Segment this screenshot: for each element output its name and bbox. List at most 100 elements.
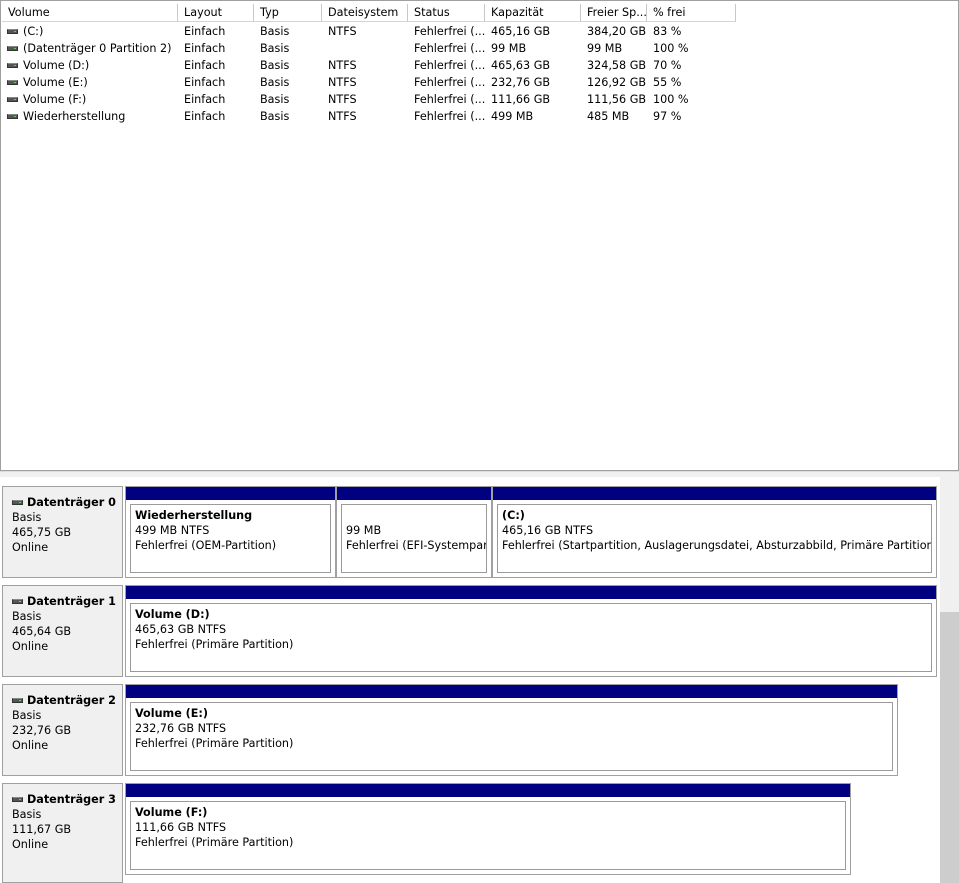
disk-name: Datenträger 2	[27, 694, 116, 707]
partition-status: Fehlerfrei (Startpartition, Auslagerungs…	[502, 539, 932, 552]
partition-status: Fehlerfrei (EFI-Systempartit	[346, 539, 487, 552]
freier-speicher-cell: 485 MB	[587, 110, 630, 123]
disk-label[interactable]: Datenträger 0 Basis 465,75 GB Online	[2, 486, 123, 578]
disk-state: Online	[12, 640, 49, 653]
disk-size: 111,67 GB	[12, 823, 72, 836]
partition-title: Volume (E:)	[135, 707, 209, 720]
disk-drive-icon	[7, 63, 18, 68]
layout-cell: Einfach	[184, 93, 226, 106]
status-cell: Fehlerfrei (...	[414, 25, 485, 38]
partition-title	[346, 508, 486, 523]
partition-title: (C:)	[502, 509, 525, 522]
status-cell: Fehlerfrei (...	[414, 93, 485, 106]
disk-drive-icon	[7, 114, 18, 119]
column-header-status[interactable]: Status	[408, 4, 485, 22]
disk-row: Datenträger 1 Basis 465,64 GB Online Vol…	[0, 585, 940, 677]
partition[interactable]: Volume (D:) 465,63 GB NTFS Fehlerfrei (P…	[125, 585, 937, 677]
kapazitaet-cell: 111,66 GB	[491, 93, 551, 106]
freier-speicher-cell: 384,20 GB	[587, 25, 647, 38]
typ-cell: Basis	[260, 93, 290, 106]
column-header-typ[interactable]: Typ	[254, 4, 322, 22]
freier-speicher-cell: 126,92 GB	[587, 76, 647, 89]
volume-cell: Volume (E:)	[2, 74, 178, 91]
table-row[interactable]: (C:) Einfach Basis NTFS Fehlerfrei (... …	[2, 23, 736, 40]
layout-cell: Einfach	[184, 42, 226, 55]
partition[interactable]: (C:) 465,16 GB NTFS Fehlerfrei (Startpar…	[492, 486, 937, 578]
kapazitaet-cell: 232,76 GB	[491, 76, 551, 89]
column-header-prozent-frei[interactable]: % frei	[647, 4, 736, 22]
scrollbar-thumb[interactable]	[940, 612, 959, 883]
layout-cell: Einfach	[184, 110, 226, 123]
disk-drive-icon	[7, 97, 18, 102]
disk-drive-icon	[7, 80, 18, 85]
typ-cell: Basis	[260, 42, 290, 55]
prozent-frei-cell: 55 %	[653, 76, 682, 89]
partition-size: 99 MB	[346, 524, 382, 537]
dateisystem-cell	[322, 40, 408, 57]
table-row[interactable]: Wiederherstellung Einfach Basis NTFS Feh…	[2, 108, 736, 125]
disk-row: Datenträger 3 Basis 111,67 GB Online Vol…	[0, 783, 940, 883]
partition-status: Fehlerfrei (Primäre Partition)	[135, 836, 294, 849]
disk-type: Basis	[12, 808, 42, 821]
disk-name: Datenträger 1	[27, 595, 116, 608]
status-cell: Fehlerfrei (...	[414, 110, 485, 123]
column-header-dateisystem[interactable]: Dateisystem	[322, 4, 408, 22]
partition[interactable]: Volume (E:) 232,76 GB NTFS Fehlerfrei (P…	[125, 684, 898, 776]
table-row[interactable]: Volume (E:) Einfach Basis NTFS Fehlerfre…	[2, 74, 736, 91]
status-cell: Fehlerfrei (...	[414, 76, 485, 89]
dateisystem-cell: NTFS	[328, 59, 357, 72]
prozent-frei-cell: 97 %	[653, 110, 682, 123]
column-header-kapazitaet[interactable]: Kapazität	[485, 4, 581, 22]
partition[interactable]: 99 MB Fehlerfrei (EFI-Systempartit	[336, 486, 492, 578]
disk-drive-icon	[7, 46, 18, 51]
freier-speicher-cell: 324,58 GB	[587, 59, 647, 72]
disk-label[interactable]: Datenträger 3 Basis 111,67 GB Online	[2, 783, 123, 883]
disk-size: 465,64 GB	[12, 625, 72, 638]
volume-cell: Volume (D:)	[2, 57, 178, 74]
partition-status: Fehlerfrei (Primäre Partition)	[135, 737, 294, 750]
table-row[interactable]: Volume (D:) Einfach Basis NTFS Fehlerfre…	[2, 57, 736, 74]
vertical-scrollbar[interactable]	[940, 477, 959, 883]
volume-cell: (C:)	[2, 23, 178, 40]
prozent-frei-cell: 100 %	[653, 93, 689, 106]
column-header-volume[interactable]: Volume	[2, 4, 178, 22]
freier-speicher-cell: 111,56 GB	[587, 93, 647, 106]
partition-size: 111,66 GB NTFS	[135, 821, 227, 834]
prozent-frei-cell: 83 %	[653, 25, 682, 38]
partition-size: 499 MB NTFS	[135, 524, 210, 537]
column-header-freier-speicher[interactable]: Freier Sp...	[581, 4, 647, 22]
partition-status: Fehlerfrei (Primäre Partition)	[135, 638, 294, 651]
partition-bar	[337, 487, 491, 500]
partition-size: 465,63 GB NTFS	[135, 623, 227, 636]
typ-cell: Basis	[260, 59, 290, 72]
disk-map-pane: Datenträger 0 Basis 465,75 GB Online Wie…	[0, 477, 959, 883]
disk-label[interactable]: Datenträger 1 Basis 465,64 GB Online	[2, 585, 123, 677]
disk-type: Basis	[12, 610, 42, 623]
partition[interactable]: Wiederherstellung 499 MB NTFS Fehlerfrei…	[125, 486, 336, 578]
dateisystem-cell: NTFS	[328, 93, 357, 106]
partition-size: 465,16 GB NTFS	[502, 524, 594, 537]
table-row[interactable]: (Datenträger 0 Partition 2) Einfach Basi…	[2, 40, 736, 57]
prozent-frei-cell: 70 %	[653, 59, 682, 72]
partition[interactable]: Volume (F:) 111,66 GB NTFS Fehlerfrei (P…	[125, 783, 851, 875]
volume-list: (C:) Einfach Basis NTFS Fehlerfrei (... …	[2, 23, 736, 125]
disk-row: Datenträger 2 Basis 232,76 GB Online Vol…	[0, 684, 940, 776]
disk-name: Datenträger 3	[27, 793, 116, 806]
layout-cell: Einfach	[184, 76, 226, 89]
table-row[interactable]: Volume (F:) Einfach Basis NTFS Fehlerfre…	[2, 91, 736, 108]
disk-drive-icon	[7, 29, 18, 34]
disk-label[interactable]: Datenträger 2 Basis 232,76 GB Online	[2, 684, 123, 776]
disk-row: Datenträger 0 Basis 465,75 GB Online Wie…	[0, 486, 940, 578]
dateisystem-cell: NTFS	[328, 76, 357, 89]
disk-state: Online	[12, 838, 49, 851]
kapazitaet-cell: 99 MB	[491, 42, 527, 55]
volume-list-header: Volume Layout Typ Dateisystem Status Kap…	[2, 4, 736, 22]
freier-speicher-cell: 99 MB	[587, 42, 623, 55]
partition-status: Fehlerfrei (OEM-Partition)	[135, 539, 277, 552]
volume-cell: Volume (F:)	[2, 91, 178, 108]
disk-drive-icon	[12, 599, 23, 604]
column-header-layout[interactable]: Layout	[178, 4, 254, 22]
disk-size: 232,76 GB	[12, 724, 72, 737]
typ-cell: Basis	[260, 110, 290, 123]
volume-cell: Wiederherstellung	[2, 108, 178, 125]
